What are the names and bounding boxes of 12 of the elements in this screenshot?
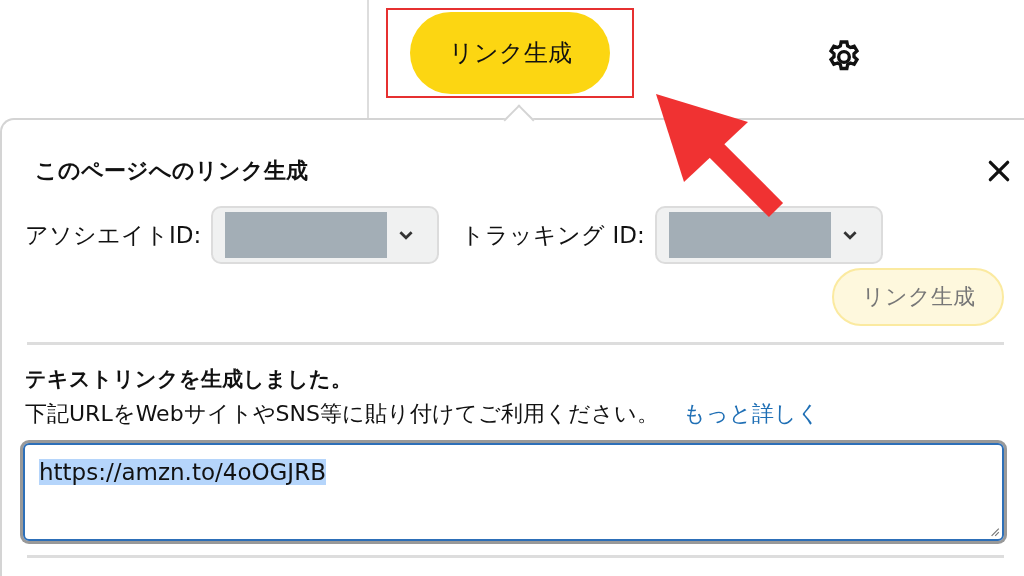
close-icon[interactable]	[986, 158, 1012, 184]
more-link[interactable]: もっと詳しく	[683, 399, 820, 429]
result-heading: テキストリンクを生成しました。	[25, 366, 353, 393]
popover-title: このページへのリンク生成	[35, 157, 308, 185]
id-select[interactable]	[654, 206, 883, 264]
select-label: トラッキング ID:	[461, 220, 645, 250]
instruction-text: 下記URLをWebサイトやSNS等に貼り付けてご利用ください。	[25, 400, 659, 428]
id-select[interactable]	[211, 206, 440, 264]
resize-grip-icon[interactable]	[988, 525, 1000, 537]
generate-link-button[interactable]: リンク生成	[410, 12, 610, 94]
url-field[interactable]: https://amzn.to/4oOGJRB	[23, 443, 1004, 541]
select-label: アソシエイトID:	[25, 220, 202, 250]
